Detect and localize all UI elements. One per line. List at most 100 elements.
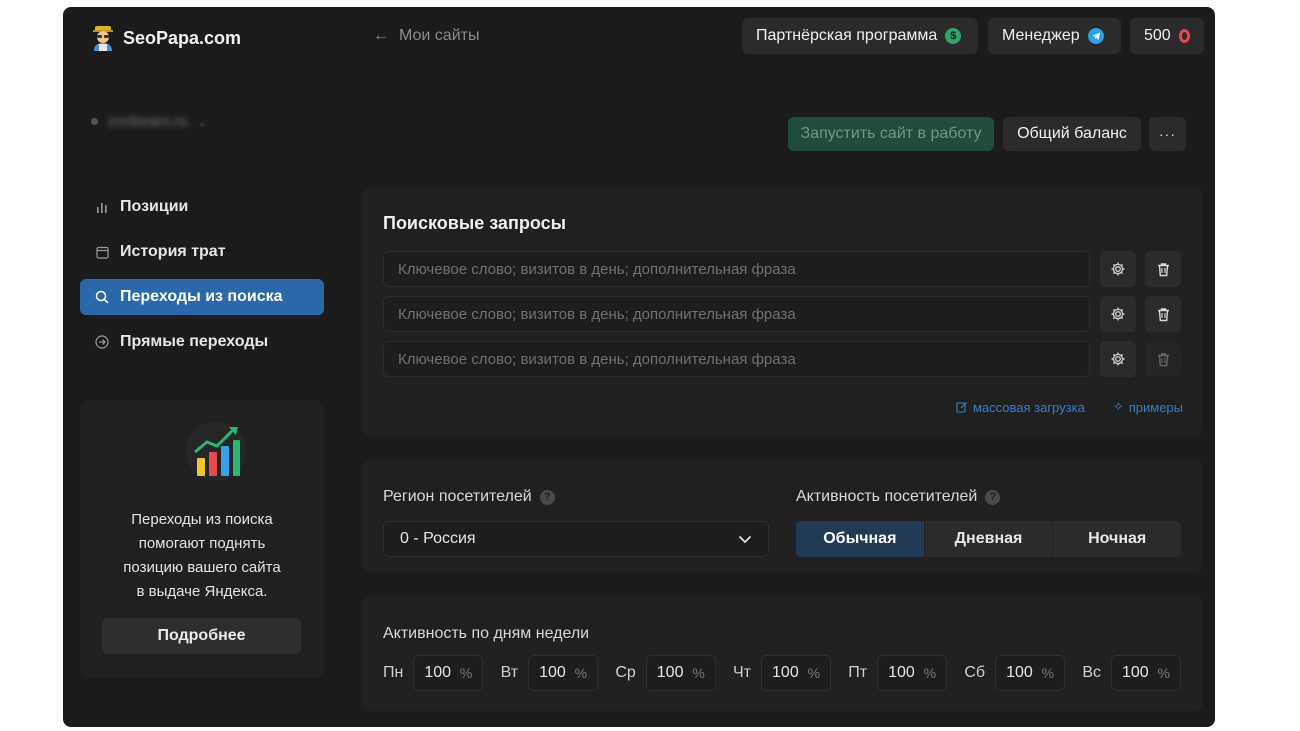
day-value: 100 [424,664,452,681]
day-value: 100 [888,664,915,681]
growth-chart-icon [186,421,246,481]
balance-button[interactable]: 500 [1130,18,1204,54]
panel-title: Поисковые запросы [383,213,566,233]
site-selector[interactable]: zoobears.ru ⌄ [91,113,207,130]
day-tuesday: Вт 100 % [500,655,599,691]
query-links: массовая загрузка ✧ примеры [956,399,1183,415]
manager-button[interactable]: Менеджер [988,18,1121,54]
trash-icon [1157,262,1169,276]
delete-button[interactable] [1145,296,1181,332]
bulk-upload-link[interactable]: массовая загрузка [956,399,1085,415]
delete-button-disabled [1145,341,1181,377]
bulk-upload-label: массовая загрузка [972,399,1085,415]
region-select[interactable]: 0 - Россия [383,521,769,557]
day-value: 100 [1006,664,1033,681]
activity-option-day[interactable]: Дневная [923,521,1053,557]
day-value: 100 [539,664,566,681]
day-percent-input[interactable]: 100 % [1110,655,1181,691]
day-percent-input[interactable]: 100 % [995,655,1066,691]
percent-sign: % [1157,665,1170,681]
help-icon[interactable]: ? [539,489,555,505]
logo[interactable]: SeoPapa.com [91,25,241,51]
day-percent-input[interactable]: 100 % [413,655,484,691]
day-saturday: Сб 100 % [964,655,1066,691]
activity-option-normal[interactable]: Обычная [796,521,924,557]
chevron-down-icon: ⌄ [197,114,208,129]
search-queries-panel: Поисковые запросы массовая загрузка [361,187,1203,437]
settings-button[interactable] [1100,251,1136,287]
percent-sign: % [574,665,588,681]
query-input[interactable] [383,251,1090,287]
day-percent-input[interactable]: 100 % [761,655,832,691]
sidebar-item-label: Переходы из поиска [120,288,283,305]
gear-icon [1111,262,1125,276]
visitors-panel: Регион посетителей ? 0 - Россия Активнос… [361,459,1203,572]
day-monday: Пн 100 % [383,655,484,691]
weekday-activity-panel: Активность по дням недели Пн 100 % Вт 10… [361,595,1203,711]
manager-label: Менеджер [1002,27,1080,44]
search-icon [94,290,110,304]
percent-sign: % [923,665,937,681]
day-value: 100 [1121,664,1149,681]
query-input[interactable] [383,296,1090,332]
region-label-row: Регион посетителей ? [383,488,555,506]
day-label: Пн [383,664,404,681]
trash-icon [1157,307,1169,321]
day-label: Чт [733,664,752,681]
sidebar-item-direct-traffic[interactable]: Прямые переходы [80,324,324,360]
day-label: Вт [500,664,519,681]
help-icon[interactable]: ? [985,489,1001,505]
sparkle-icon: ✧ [1112,399,1124,414]
day-percent-input[interactable]: 100 % [528,655,599,691]
learn-more-button[interactable]: Подробнее [102,618,301,654]
app-window: SeoPapa.com ← Мои сайты Партнёрская прог… [63,7,1215,727]
sidebar-item-spending-history[interactable]: История трат [80,234,324,270]
launch-site-button[interactable]: Запустить сайт в работу [788,117,994,151]
percent-sign: % [459,665,473,681]
partner-program-button[interactable]: Партнёрская программа $ [742,18,978,54]
sidebar-item-positions[interactable]: Позиции [80,189,324,225]
promo-line: Переходы из поиска [131,511,273,528]
sidebar-item-search-traffic[interactable]: Переходы из поиска [80,279,324,315]
sidebar-item-label: Позиции [120,198,189,215]
site-name: zoobears.ru [108,113,188,130]
examples-link[interactable]: ✧ примеры [1113,399,1183,415]
day-label: Сб [964,664,986,681]
promo-line: позицию вашего сайта [123,559,281,576]
sidebar-item-label: Прямые переходы [120,333,269,350]
activity-label: Активность посетителей [796,488,978,505]
settings-button[interactable] [1100,296,1136,332]
promo-line: помогают поднять [138,535,266,552]
calendar-icon [94,246,110,259]
back-label: Мои сайты [399,27,480,44]
more-options-button[interactable]: ··· [1149,117,1186,151]
logo-text: SeoPapa.com [123,27,242,48]
day-percent-input[interactable]: 100 % [645,655,716,691]
day-thursday: Чт 100 % [733,655,832,691]
settings-button[interactable] [1100,341,1136,377]
back-to-sites-link[interactable]: ← Мои сайты [373,27,479,45]
activity-option-night[interactable]: Ночная [1052,521,1181,557]
delete-button[interactable] [1145,251,1181,287]
promo-card: Переходы из поиска помогают поднять пози… [80,400,324,678]
arrow-left-icon: ← [373,27,389,44]
activity-segmented-control: Обычная Дневная Ночная [796,521,1181,557]
day-value: 100 [656,664,684,681]
edit-icon [956,402,967,413]
day-label: Вс [1082,664,1101,681]
day-friday: Пт 100 % [848,655,948,691]
partner-program-label: Партнёрская программа [756,27,938,44]
region-label: Регион посетителей [383,488,532,505]
weekday-fields: Пн 100 % Вт 100 % Ср 100 % Чт 100 % Пт 1… [383,655,1181,691]
site-status-dot [91,118,98,125]
percent-sign: % [1041,665,1055,681]
activity-label-row: Активность посетителей ? [796,488,1001,506]
day-label: Пт [848,664,868,681]
dollar-icon: $ [945,28,962,44]
total-balance-button[interactable]: Общий баланс [1003,117,1141,151]
percent-sign: % [692,665,705,681]
day-percent-input[interactable]: 100 % [877,655,948,691]
bar-chart-icon [94,201,110,213]
query-input[interactable] [383,341,1090,377]
promo-text: Переходы из поиска помогают поднять пози… [100,508,304,604]
